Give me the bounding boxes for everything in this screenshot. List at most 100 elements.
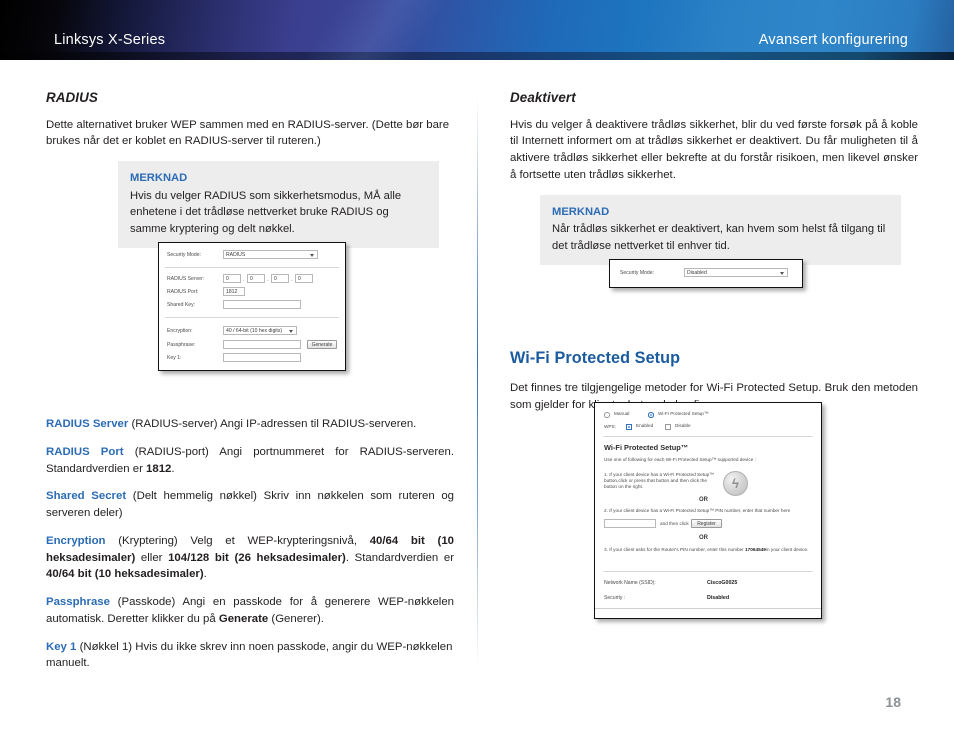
passphrase-input[interactable]: [223, 340, 301, 349]
security-mode-label: Security Mode:: [167, 252, 201, 258]
term-text: (Generer).: [268, 612, 324, 625]
wps-step-3-prefix: 3. If your client asks for the Router's …: [604, 547, 746, 552]
wps-panel-title: Wi-Fi Protected Setup™: [604, 443, 689, 452]
radio-wps-disable[interactable]: [665, 424, 671, 430]
term-bold: 104/128 bit (26 heksadesimaler): [168, 551, 346, 564]
right-column: Deaktivert Hvis du velger å deaktivere t…: [510, 88, 918, 424]
term-bold: 1812: [146, 462, 172, 475]
divider-rule: [165, 267, 339, 268]
wifi-protected-setup-screenshot: Manual Wi-Fi Protected Setup™ WPS: Enabl…: [594, 402, 822, 619]
radio-manual-label: Manual: [614, 411, 630, 416]
security-mode-value: Disabled: [687, 270, 707, 276]
page-header: Linksys X-Series Avansert konfigurering: [0, 0, 954, 60]
radius-server-label: RADIUS Server:: [167, 276, 205, 282]
header-product-title: Linksys X-Series: [54, 32, 166, 48]
wps-step-3-text: 3. If your client asks for the Router's …: [604, 547, 816, 553]
network-name-label: Network Name (SSID):: [604, 580, 656, 586]
wifi-protected-setup-heading: Wi-Fi Protected Setup: [510, 349, 681, 368]
wps-step-1-text: 1. If your client device has a Wi-Fi Pro…: [604, 472, 714, 490]
key1-input[interactable]: [223, 353, 301, 362]
page-number: 18: [885, 694, 901, 710]
security-value: Disabled: [707, 595, 730, 601]
term-label: Encryption: [46, 534, 106, 547]
header-bottom-strip: [0, 52, 954, 60]
radio-wifi-protected-setup-label: Wi-Fi Protected Setup™: [658, 411, 709, 416]
header-section-title: Avansert konfigurering: [758, 32, 908, 48]
octet-dot: .: [267, 277, 269, 283]
security-mode-value: RADIUS: [226, 252, 246, 258]
shared-key-label: Shared Key:: [167, 302, 196, 308]
term-radius-server: RADIUS Server (RADIUS-server) Angi IP-ad…: [46, 416, 454, 433]
term-key1: Key 1 (Nøkkel 1) Hvis du ikke skrev inn …: [46, 639, 454, 673]
shared-key-input[interactable]: [223, 300, 301, 309]
register-button[interactable]: Register: [691, 519, 722, 528]
octet-dot: .: [291, 277, 293, 283]
term-label: Key 1: [46, 640, 77, 653]
or-separator-1: OR: [699, 497, 708, 503]
left-column: RADIUS Dette alternativet bruker WEP sam…: [46, 88, 454, 683]
divider-rule: [603, 436, 813, 437]
wps-pin-input[interactable]: [604, 519, 656, 528]
radius-intro-paragraph: Dette alternativet bruker WEP sammen med…: [46, 118, 450, 148]
term-label: Passphrase: [46, 596, 110, 609]
term-text: .: [171, 462, 175, 475]
chevron-down-icon: [780, 272, 784, 275]
radio-wps-enabled-label: Enabled: [636, 423, 654, 428]
term-label: RADIUS Port: [46, 445, 124, 458]
wps-step-2-text: 2. If your client device has a Wi-Fi Pro…: [604, 508, 791, 513]
disabled-security-mode-screenshot: Security Mode: Disabled: [609, 259, 803, 288]
term-text: .: [203, 568, 207, 581]
encryption-label: Encryption:: [167, 328, 193, 334]
note-title: MERKNAD: [552, 205, 610, 218]
security-mode-select[interactable]: Disabled: [684, 268, 788, 277]
term-label: Shared Secret: [46, 490, 127, 503]
term-text: (Kryptering) Velg et WEP-krypteringsnivå…: [105, 534, 370, 547]
radius-server-octet-3[interactable]: 0: [271, 274, 289, 283]
radio-wps-disable-label: Disable: [675, 423, 691, 428]
term-radius-port: RADIUS Port (RADIUS-port) Angi portnumme…: [46, 444, 454, 478]
octet-dot: .: [243, 277, 245, 283]
security-mode-select[interactable]: RADIUS: [223, 250, 318, 259]
note-text: Når trådløs sikkerhet er deaktivert, kan…: [552, 223, 886, 252]
term-encryption: Encryption (Kryptering) Velg et WEP-kryp…: [46, 533, 454, 583]
radius-server-octet-4[interactable]: 0: [295, 274, 313, 283]
note-text: Hvis du velger RADIUS som sikkerhetsmodu…: [130, 189, 402, 235]
divider-rule: [603, 571, 813, 572]
radius-note-box: MERKNAD Hvis du velger RADIUS som sikker…: [118, 161, 439, 249]
radius-server-octet-1[interactable]: 0: [223, 274, 241, 283]
radio-manual[interactable]: [604, 412, 610, 418]
key1-label: Key 1:: [167, 355, 182, 361]
term-text: . Standardverdien er: [345, 551, 455, 564]
wps-field-label: WPS:: [604, 424, 616, 429]
or-separator-2: OR: [699, 535, 708, 541]
radio-wps-enabled[interactable]: [626, 424, 632, 430]
encryption-value: 40 / 64-bit (10 hex digits): [226, 328, 283, 334]
note-title: MERKNAD: [130, 172, 188, 185]
chevron-down-icon: [310, 254, 314, 257]
wps-step-3-suffix: in your client device.: [765, 547, 809, 552]
radius-port-input[interactable]: 1812: [223, 287, 245, 296]
disabled-note-box: MERKNAD Når trådløs sikkerhet er deaktiv…: [540, 194, 901, 266]
divider-rule: [595, 608, 821, 609]
deaktivert-intro-paragraph: Hvis du velger å deaktivere trådløs sikk…: [510, 118, 918, 181]
chevron-down-icon: [289, 330, 293, 333]
column-divider: [477, 96, 478, 666]
radio-wifi-protected-setup[interactable]: [648, 412, 654, 418]
deaktivert-heading: Deaktivert: [510, 90, 576, 105]
term-text: (Nøkkel 1) Hvis du ikke skrev inn noen p…: [46, 640, 453, 670]
term-text: eller: [135, 551, 169, 564]
generate-button[interactable]: Generate: [307, 340, 337, 349]
wps-router-pin: 17064549: [745, 547, 766, 552]
wifi-protected-setup-button-icon[interactable]: ϟ: [723, 471, 748, 496]
radius-server-octet-2[interactable]: 0: [247, 274, 265, 283]
wps-step-2-after-text: and then click: [660, 521, 689, 526]
radius-heading: RADIUS: [46, 90, 98, 105]
wps-panel-subtitle: Use one of following for each Wi-Fi Prot…: [604, 457, 756, 462]
encryption-select[interactable]: 40 / 64-bit (10 hex digits): [223, 326, 297, 335]
term-shared-secret: Shared Secret (Delt hemmelig nøkkel) Skr…: [46, 488, 454, 522]
term-passphrase: Passphrase (Passkode) Angi en passkode f…: [46, 594, 454, 628]
term-bold: Generate: [218, 612, 269, 625]
passphrase-label: Passphrase:: [167, 342, 196, 348]
divider-rule: [165, 317, 339, 318]
radius-settings-screenshot: Security Mode: RADIUS RADIUS Server: 0 .…: [158, 242, 346, 371]
